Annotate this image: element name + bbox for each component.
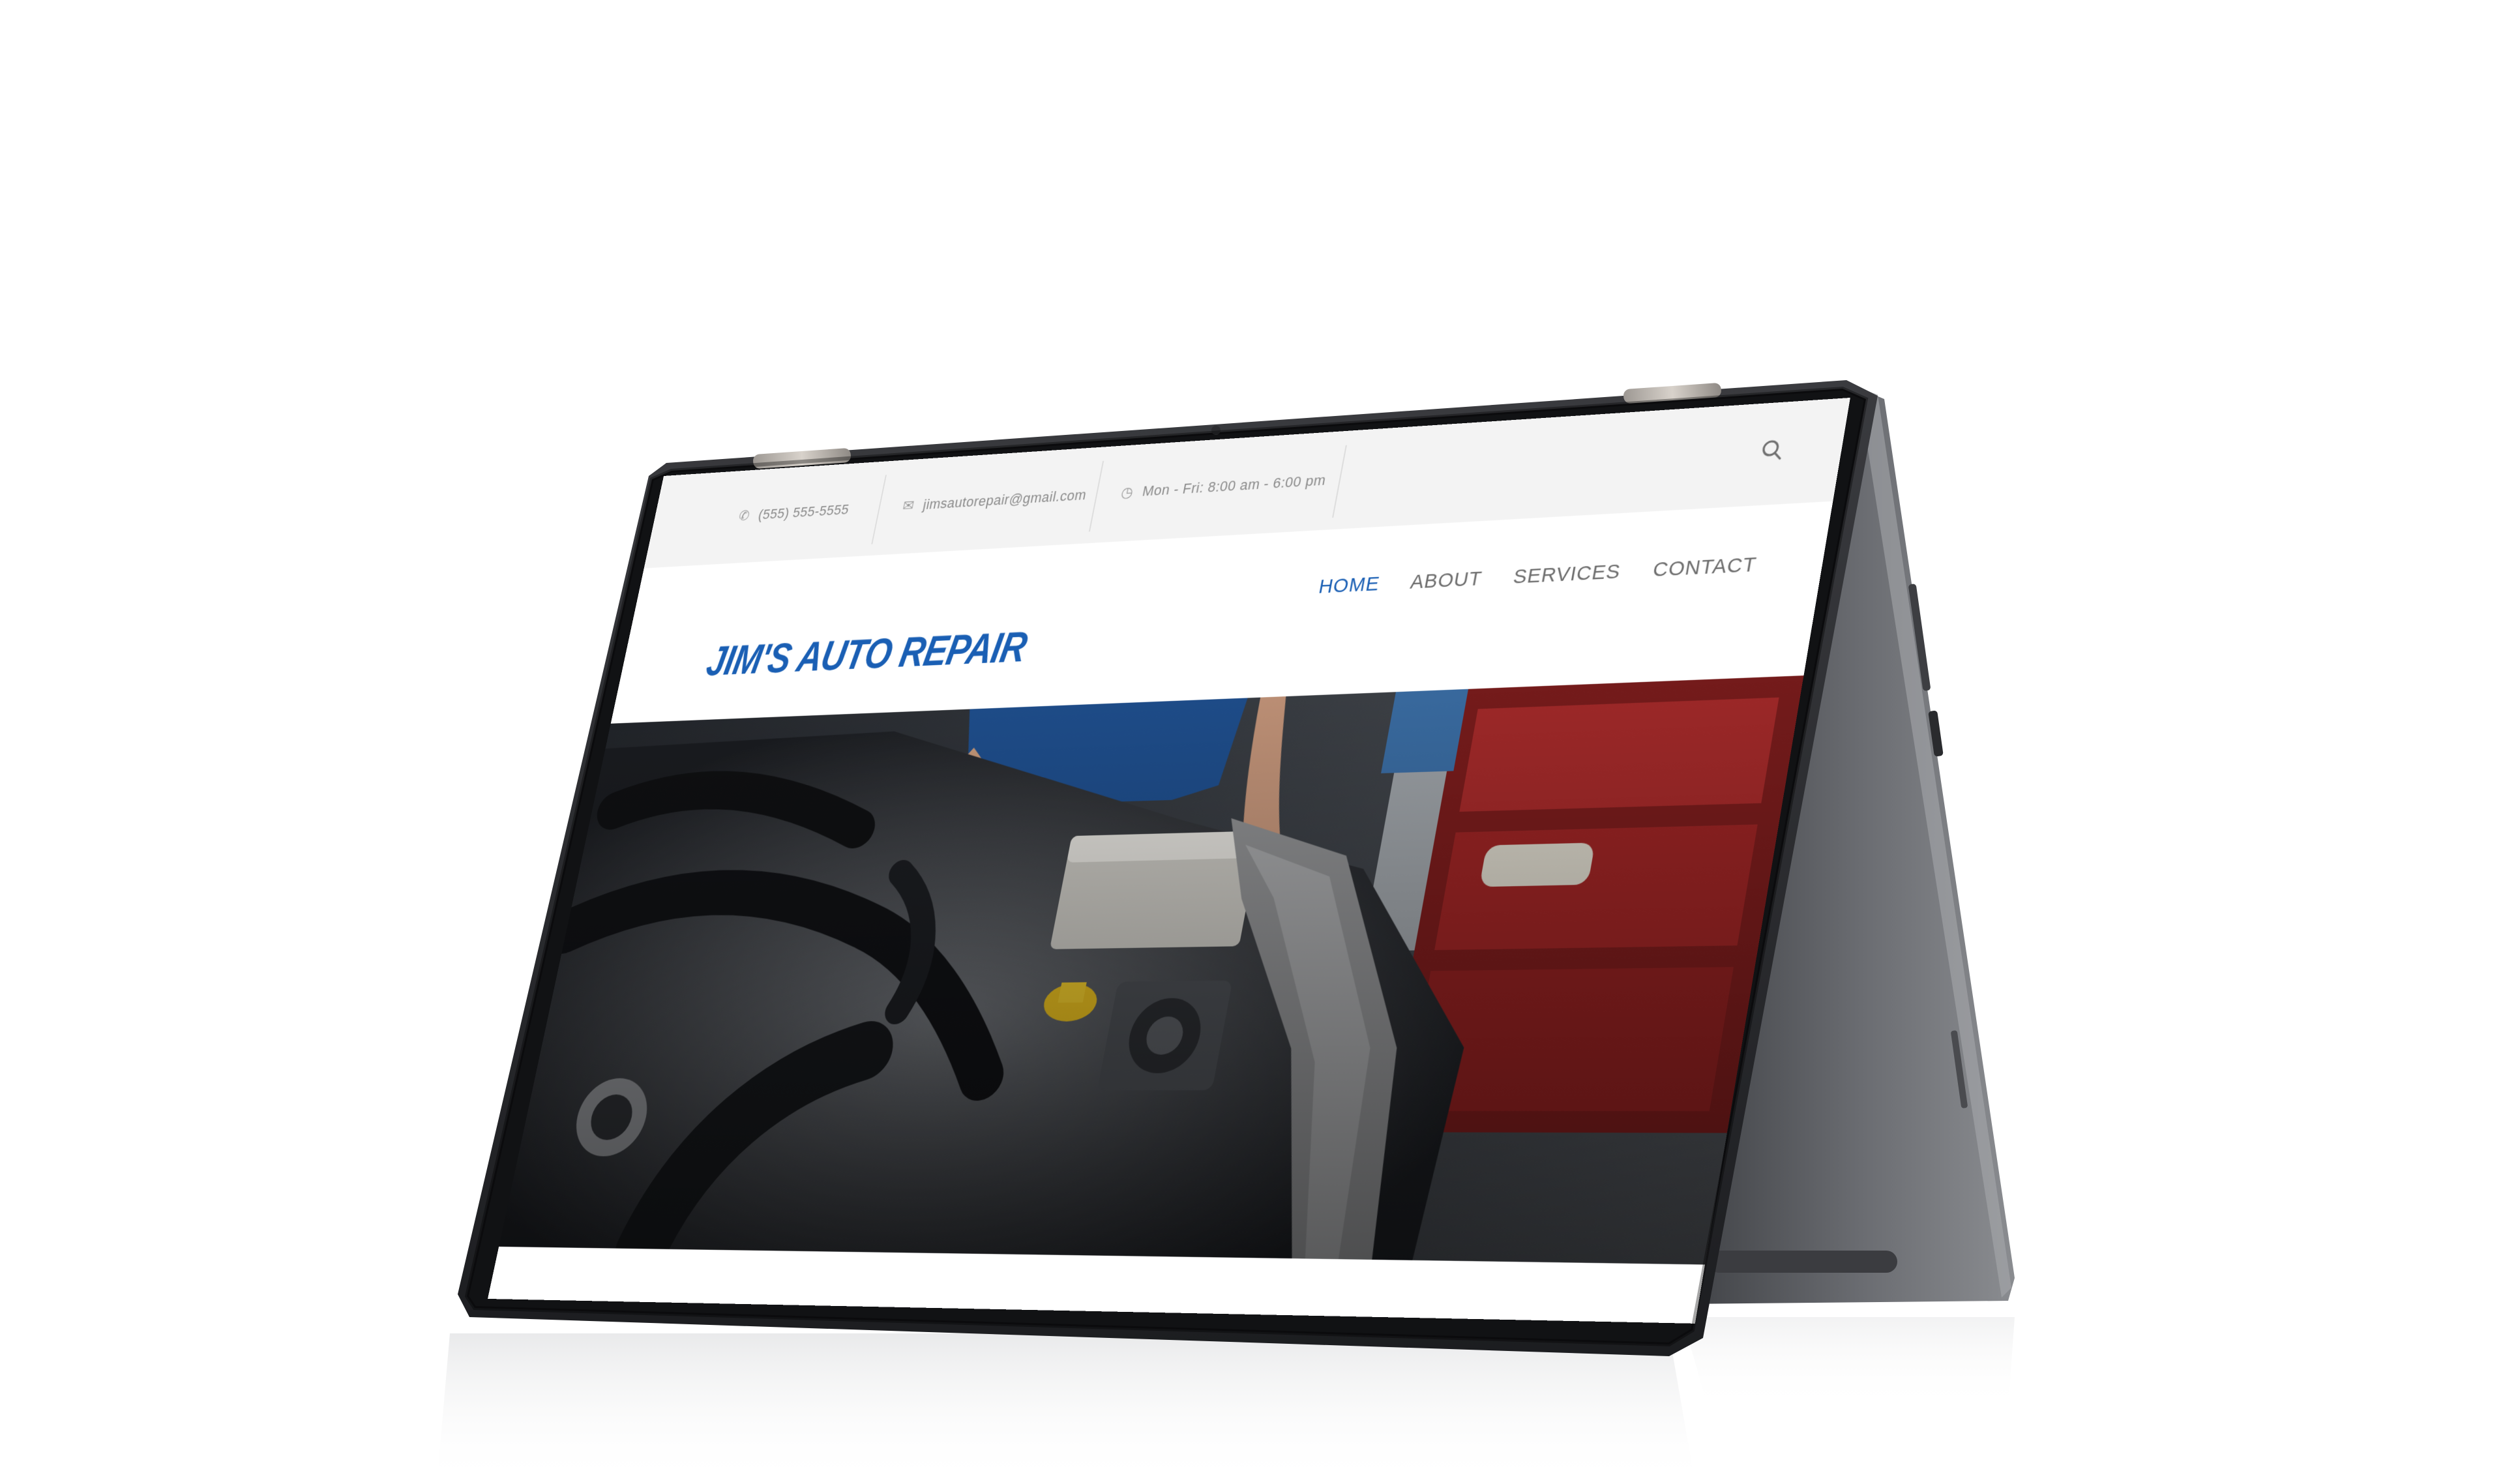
nav-contact[interactable]: CONTACT (1651, 553, 1758, 582)
divider (1332, 445, 1347, 518)
nav-about[interactable]: ABOUT (1408, 567, 1484, 594)
stage: ✆ (555) 555-5555 ✉ jimsautorepair@gmail.… (0, 0, 2518, 1484)
email-address: jimsautorepair@gmail.com (921, 486, 1088, 513)
nav-services[interactable]: SERVICES (1511, 560, 1622, 589)
divider (1088, 460, 1104, 532)
main-nav: HOME ABOUT SERVICES CONTACT (1317, 553, 1758, 598)
clock-icon: ◷ (1119, 483, 1135, 501)
phone-icon: ✆ (737, 507, 752, 524)
email-item[interactable]: ✉ jimsautorepair@gmail.com (898, 476, 1090, 526)
envelope-icon: ✉ (901, 497, 916, 514)
phone-item[interactable]: ✆ (555) 555-5555 (734, 491, 853, 535)
hours-item: ◷ Mon - Fri: 8:00 am - 6:00 pm (1117, 460, 1329, 512)
floor-reflection (437, 1317, 2015, 1484)
business-hours: Mon - Fri: 8:00 am - 6:00 pm (1141, 471, 1327, 499)
hero-image (499, 675, 1804, 1265)
phone-number: (555) 555-5555 (757, 501, 851, 523)
search-icon[interactable] (1756, 436, 1789, 465)
divider (871, 475, 887, 544)
mechanic-engine-photo (499, 675, 1804, 1265)
nav-home[interactable]: HOME (1317, 572, 1382, 598)
tablet-screen: ✆ (555) 555-5555 ✉ jimsautorepair@gmail.… (487, 397, 1850, 1324)
site-logo[interactable]: JIM'S AUTO REPAIR (703, 621, 1031, 685)
